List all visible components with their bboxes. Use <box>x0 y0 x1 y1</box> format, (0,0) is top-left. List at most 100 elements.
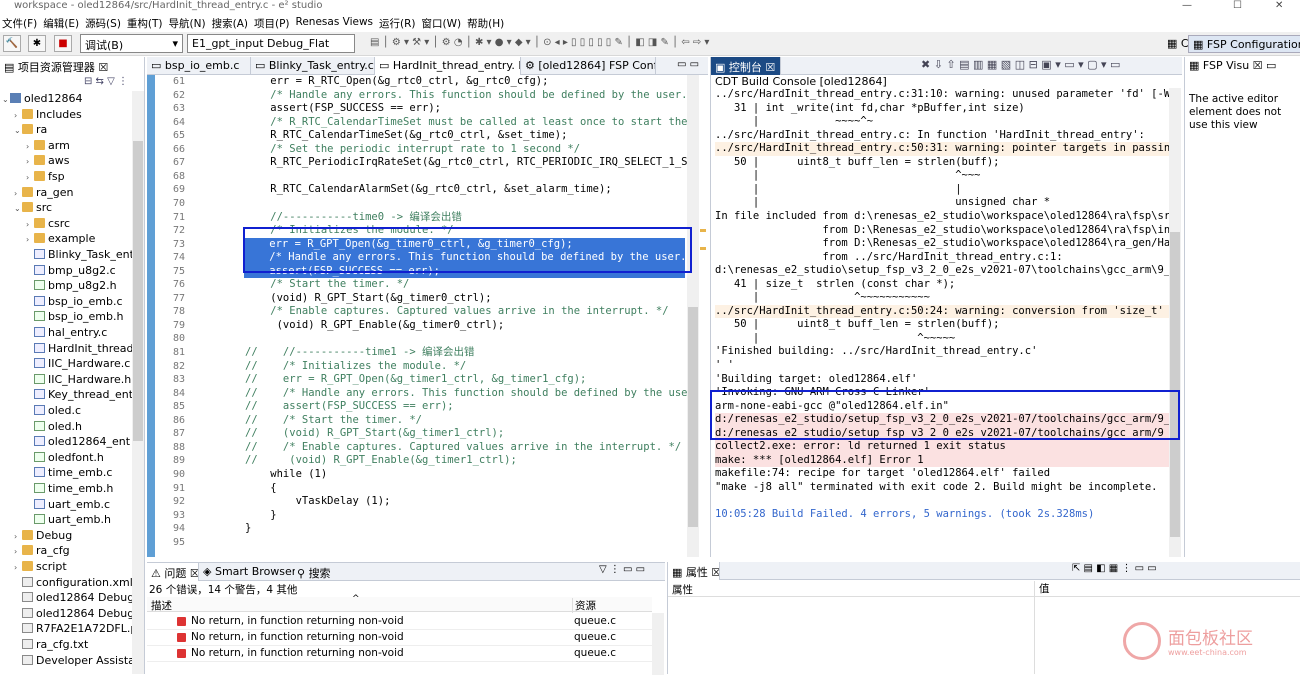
tree-item[interactable]: oled12864 Debug <box>14 590 134 606</box>
code-line[interactable]: /* Start the timer. */ <box>245 278 409 292</box>
tab-fsp-visu[interactable]: ▦ FSP Visu ☒ ▭ <box>1185 57 1300 75</box>
problems-scrollbar[interactable] <box>652 613 664 675</box>
tree-item[interactable]: ⌄ ra <box>14 122 47 138</box>
code-line[interactable]: // /* Enable captures. Captured values a… <box>245 441 681 455</box>
menu-item-9[interactable]: 窗口(W) <box>420 14 466 32</box>
tree-twisty-icon[interactable]: › <box>14 560 22 576</box>
tree-twisty-icon[interactable]: ⌄ <box>14 201 22 217</box>
maximize-icon[interactable]: ☐ <box>1233 0 1242 11</box>
tab-project-explorer[interactable]: ▤ 项目资源管理器 ☒ <box>0 57 144 75</box>
code-line[interactable]: } <box>245 509 276 523</box>
code-line[interactable]: R_RTC_CalendarTimeSet(&g_rtc0_ctrl, &set… <box>245 129 567 143</box>
explorer-toolbar-icons[interactable]: ⊟ ⇆ ▽ ⋮ <box>84 76 128 87</box>
problem-row[interactable]: No return, in function returning non-voi… <box>147 630 652 646</box>
tree-item[interactable]: bsp_io_emb.h <box>26 309 123 325</box>
tree-item[interactable]: ra_cfg.txt <box>14 637 88 653</box>
properties-toolbar-icons[interactable]: ⇱ ▤ ◧ ▦ ⋮ ▭ ▭ <box>1072 563 1157 574</box>
tree-item[interactable]: › fsp <box>26 169 65 185</box>
code-line[interactable]: R_RTC_PeriodicIrqRateSet(&g_rtc0_ctrl, R… <box>245 156 700 170</box>
menu-item-7[interactable]: Renesas Views <box>294 14 378 32</box>
console-scroll-thumb[interactable] <box>1170 232 1180 537</box>
console-toolbar-icons[interactable]: ✖ ⇩ ⇧ ▤ ▥ ▦ ▧ ◫ ⊟ ▣ ▾ ▭ ▾ ▢ ▾ ▭ <box>921 58 1120 71</box>
tree-twisty-icon[interactable]: › <box>26 217 34 233</box>
code-line[interactable]: /* Set the periodic interrupt rate to 1 … <box>245 143 580 157</box>
editor-minmax-icon[interactable]: ▭ ▭ <box>677 59 699 70</box>
tree-twisty-icon[interactable]: ⌄ <box>2 92 10 108</box>
stop-icon[interactable]: ■ <box>54 35 72 52</box>
code-line[interactable]: /* Enable captures. Captured values arri… <box>245 305 668 319</box>
editor-scroll-thumb[interactable] <box>688 307 698 527</box>
code-line[interactable]: // /* Initializes the module. */ <box>245 360 466 374</box>
menu-item-0[interactable]: 文件(F) <box>0 14 41 32</box>
tab-blinky-task[interactable]: ▭ Blinky_Task_entry.c <box>251 57 375 75</box>
tree-twisty-icon[interactable]: › <box>14 186 22 202</box>
code-line[interactable]: assert(FSP_SUCCESS == err); <box>245 102 441 116</box>
tab-bsp-io-emb[interactable]: ▭ bsp_io_emb.c <box>147 57 251 75</box>
tab-problems[interactable]: ⚠ 问题 ☒ <box>147 563 199 581</box>
tree-twisty-icon[interactable]: › <box>14 544 22 560</box>
debug-bug-icon[interactable]: ✱ <box>28 35 46 52</box>
tab-hardinit-thread[interactable]: ▭ HardInit_thread_entry. ☒ <box>375 57 521 75</box>
tree-item[interactable]: oled12864 Debug <box>14 606 134 622</box>
menu-item-8[interactable]: 运行(R) <box>377 14 420 32</box>
tree-item[interactable]: uart_emb.c <box>26 497 110 513</box>
code-line[interactable]: // assert(FSP_SUCCESS == err); <box>245 400 454 414</box>
tree-item[interactable]: Key_thread_ent <box>26 387 133 403</box>
tree-twisty-icon[interactable]: › <box>14 108 22 124</box>
menu-item-3[interactable]: 重构(T) <box>125 14 167 32</box>
tree-item[interactable]: oled12864_ent <box>26 434 130 450</box>
menu-item-6[interactable]: 项目(P) <box>252 14 294 32</box>
menu-item-2[interactable]: 源码(S) <box>83 14 125 32</box>
code-line[interactable]: (void) R_GPT_Start(&g_timer0_ctrl); <box>245 292 491 306</box>
code-line[interactable]: // /* Handle any errors. This function s… <box>245 387 700 401</box>
code-line[interactable]: // /* Start the timer. */ <box>245 414 422 428</box>
problem-row[interactable]: No return, in function returning non-voi… <box>147 646 652 662</box>
code-line[interactable]: (void) R_GPT_Enable(&g_timer0_ctrl); <box>245 319 505 333</box>
tree-item[interactable]: oled.h <box>26 419 82 435</box>
tab-properties[interactable]: ▦ 属性 ☒ <box>668 562 720 580</box>
perspective-fsp[interactable]: ▦ FSP Configuration <box>1188 35 1300 53</box>
tree-twisty-icon[interactable]: › <box>26 139 34 155</box>
problems-toolbar-icons[interactable]: ▽ ⋮ ▭ ▭ <box>599 564 645 575</box>
code-line[interactable]: /* R_RTC_CalendarTimeSet must be called … <box>245 116 700 130</box>
tree-item[interactable]: › aws <box>26 153 69 169</box>
launch-mode-select[interactable]: 调试(B) ▾ <box>80 34 183 53</box>
code-line[interactable]: // (void) R_GPT_Start(&g_timer1_ctrl); <box>245 427 504 441</box>
tree-item[interactable]: › example <box>26 231 95 247</box>
tree-item[interactable]: oledfont.h <box>26 450 104 466</box>
warning-marker[interactable] <box>700 247 706 250</box>
tree-item[interactable]: › arm <box>26 138 70 154</box>
code-line[interactable]: vTaskDelay (1); <box>245 495 391 509</box>
close-icon[interactable]: ✕ <box>1275 0 1283 11</box>
code-line[interactable]: R_RTC_CalendarAlarmSet(&g_rtc0_ctrl, &se… <box>245 183 611 197</box>
code-line[interactable]: //-----------time0 -> 编译会出错 <box>245 211 462 225</box>
code-line[interactable]: { <box>245 482 276 496</box>
problem-row[interactable]: No return, in function returning non-voi… <box>147 614 652 630</box>
tree-item[interactable]: Blinky_Task_ent <box>26 247 134 263</box>
tree-item[interactable]: › ra_gen <box>14 185 74 201</box>
tree-item[interactable]: R7FA2E1A72DFL.p <box>14 621 137 637</box>
code-line[interactable]: err = R_RTC_Open(&g_rtc0_ctrl, &g_rtc0_c… <box>245 75 548 89</box>
tab-console[interactable]: ▣ 控制台 ☒ <box>711 57 781 75</box>
code-line[interactable]: // err = R_GPT_Open(&g_timer1_ctrl, &g_t… <box>245 373 586 387</box>
tree-item[interactable]: time_emb.h <box>26 481 113 497</box>
tree-twisty-icon[interactable]: › <box>26 154 34 170</box>
menu-item-10[interactable]: 帮助(H) <box>465 14 508 32</box>
code-line[interactable]: while (1) <box>245 468 327 482</box>
tree-twisty-icon[interactable]: › <box>26 170 34 186</box>
tree-item[interactable]: uart_emb.h <box>26 512 111 528</box>
launch-config-select[interactable]: E1_gpt_input Debug_Flat <box>187 34 355 53</box>
tree-item[interactable]: oled.c <box>26 403 81 419</box>
code-line[interactable]: /* Handle any errors. This function shou… <box>245 89 700 103</box>
tree-item[interactable]: time_emb.c <box>26 465 112 481</box>
warning-marker[interactable] <box>700 229 706 232</box>
menu-item-5[interactable]: 搜索(A) <box>210 14 252 32</box>
code-line[interactable]: // (void) R_GPT_Enable(&g_timer1_ctrl); <box>245 454 517 468</box>
toolbar-icon-group[interactable]: ▤ │ ⚙ ▾ ⚒ ▾ │ ⚙ ◔ │ ✱ ▾ ● ▾ ◆ ▾ │ ⊙ ◂ ▸ … <box>370 37 709 48</box>
tree-item[interactable]: › Includes <box>14 107 82 123</box>
minimize-icon[interactable]: — <box>1182 0 1192 11</box>
tab-fsp-config[interactable]: ⚙ [oled12864] FSP Config <box>521 57 656 75</box>
code-line[interactable]: // //-----------time1 -> 编译会出错 <box>245 346 475 360</box>
tab-smart-browser[interactable]: ◈ Smart Browser <box>199 563 295 581</box>
build-hammer-icon[interactable]: 🔨 <box>3 35 21 52</box>
